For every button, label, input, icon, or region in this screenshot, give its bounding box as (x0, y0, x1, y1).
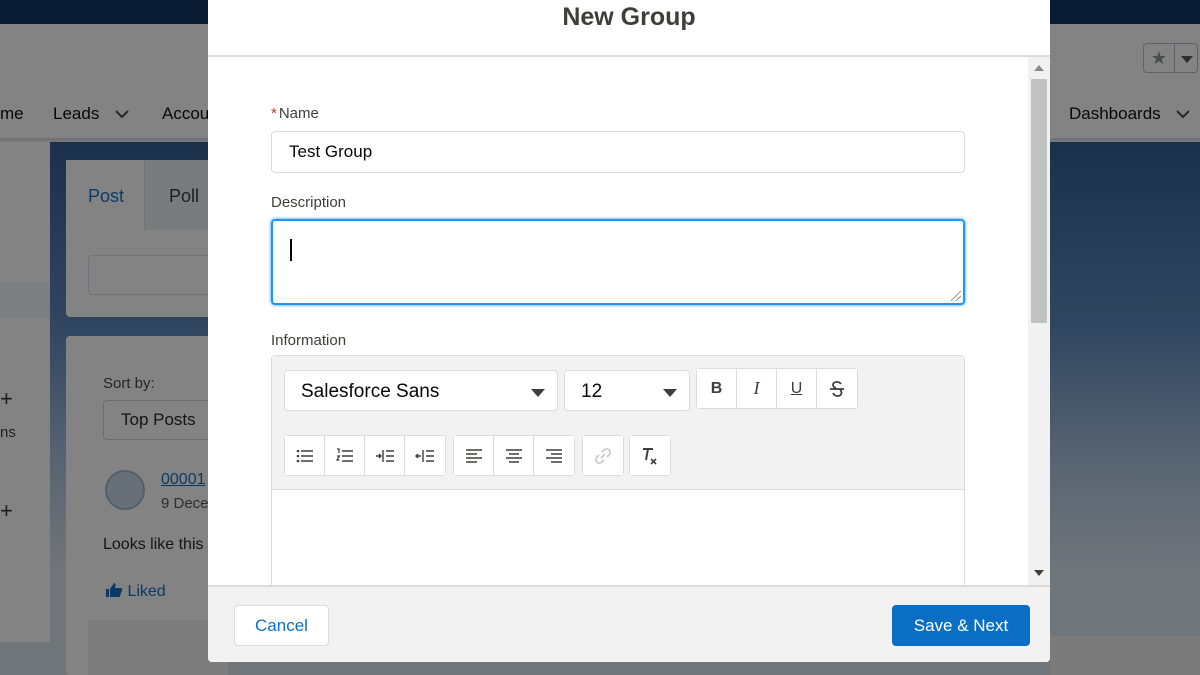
modal-title: New Group (562, 3, 696, 31)
bulleted-list-icon (296, 449, 313, 462)
align-right-button[interactable] (534, 436, 574, 475)
editor-toolbar: Salesforce Sans 12 B I U (272, 356, 964, 490)
information-label: Information (271, 332, 347, 349)
clear-formatting-button[interactable] (630, 436, 670, 475)
outdent-button[interactable] (405, 436, 445, 475)
resize-handle-icon[interactable] (951, 291, 961, 301)
numbered-list-button[interactable] (325, 436, 365, 475)
strikethrough-button[interactable] (817, 369, 857, 408)
save-and-next-button[interactable]: Save & Next (892, 605, 1030, 646)
underline-icon: U (790, 379, 803, 397)
chevron-down-icon (531, 389, 545, 397)
bold-button[interactable]: B (697, 369, 737, 408)
outdent-icon (415, 449, 434, 462)
text-caret (290, 239, 292, 261)
align-center-icon (505, 448, 522, 463)
clear-format-group (629, 435, 671, 476)
bold-icon: B (710, 379, 723, 397)
font-size-value: 12 (581, 381, 603, 402)
required-marker: * (271, 105, 277, 122)
description-field[interactable] (271, 219, 965, 305)
underline-button[interactable]: U (777, 369, 817, 408)
modal-body: * Name Test Group Description Information… (208, 57, 1050, 585)
alignment-group (453, 435, 575, 476)
modal-header: New Group (208, 0, 1050, 57)
bulleted-list-button[interactable] (285, 436, 325, 475)
text-format-group: B I U (696, 368, 858, 409)
align-left-icon (465, 448, 482, 463)
align-left-button[interactable] (454, 436, 494, 475)
scroll-down-arrow-icon[interactable] (1034, 570, 1044, 576)
rich-text-editor: Salesforce Sans 12 B I U (271, 355, 965, 585)
name-label-text: Name (278, 105, 319, 122)
indent-button[interactable] (365, 436, 405, 475)
italic-button[interactable]: I (737, 369, 777, 408)
clear-formatting-icon (643, 447, 657, 465)
chevron-down-icon (663, 389, 677, 397)
scroll-thumb[interactable] (1031, 79, 1047, 323)
font-family-select[interactable]: Salesforce Sans (284, 370, 558, 411)
modal-footer: Cancel Save & Next (208, 585, 1050, 662)
link-group (582, 435, 624, 476)
link-icon (595, 447, 611, 464)
cancel-button[interactable]: Cancel (234, 605, 329, 646)
insert-link-button[interactable] (583, 436, 623, 475)
numbered-list-icon (335, 447, 353, 462)
modal-scrollbar[interactable] (1028, 57, 1050, 585)
new-group-modal: New Group * Name Test Group Description I… (208, 0, 1050, 662)
indent-icon (375, 449, 394, 462)
list-format-group (284, 435, 446, 476)
font-family-value: Salesforce Sans (301, 381, 440, 402)
align-right-icon (546, 448, 562, 463)
description-label: Description (271, 194, 347, 211)
align-center-button[interactable] (494, 436, 534, 475)
editor-content-area[interactable] (272, 490, 964, 585)
italic-icon: I (753, 378, 760, 398)
name-field[interactable]: Test Group (271, 131, 965, 173)
name-label: * Name (271, 105, 319, 122)
font-size-select[interactable]: 12 (564, 370, 690, 411)
strikethrough-icon (830, 380, 844, 397)
scroll-up-arrow-icon[interactable] (1034, 65, 1044, 71)
